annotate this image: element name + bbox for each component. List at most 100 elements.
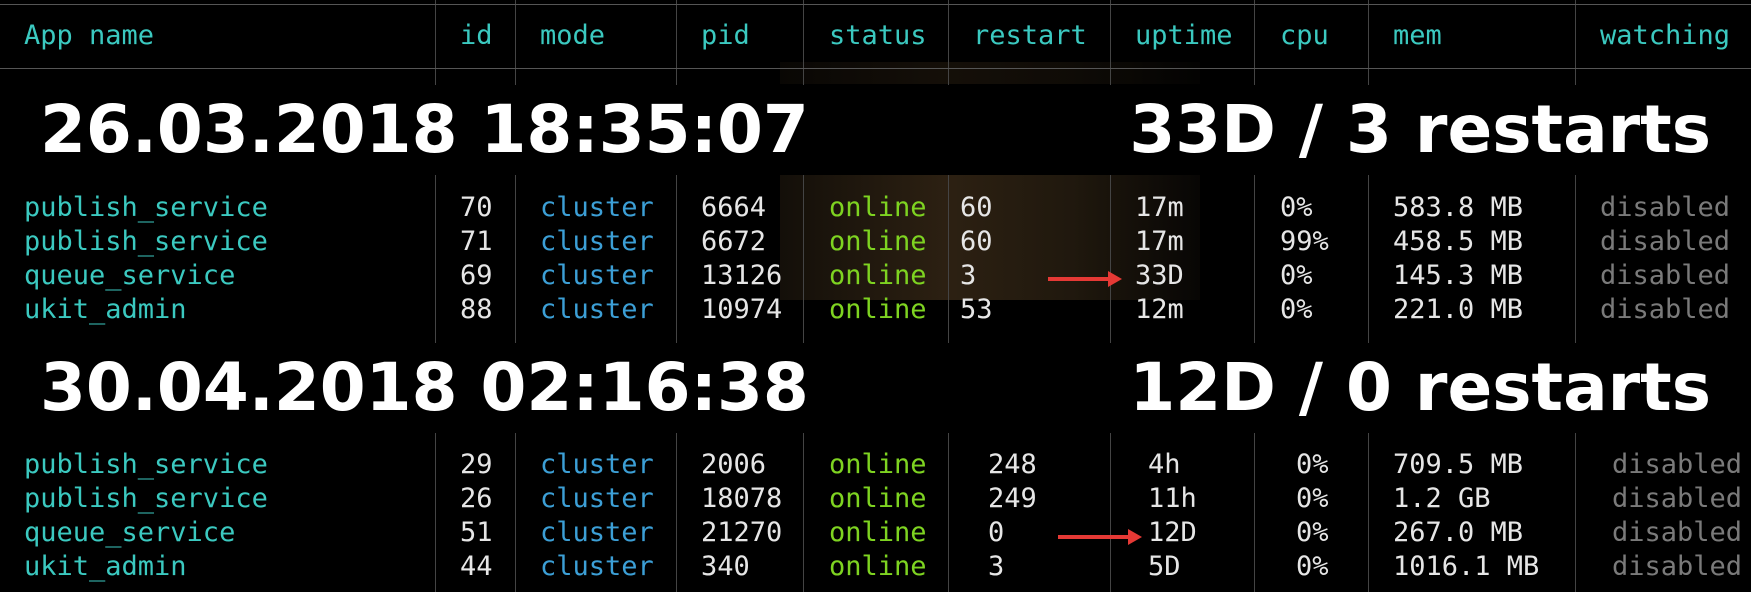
mem-cell: 267.0 MB xyxy=(1393,517,1524,548)
column-header-mem[interactable]: mem xyxy=(1393,20,1442,52)
status-cell: online xyxy=(829,260,927,291)
mem-cell: 458.5 MB xyxy=(1393,226,1524,257)
id-cell: 51 xyxy=(460,517,493,548)
watching-cell: disabled xyxy=(1600,226,1731,257)
app-name-cell: publish_service xyxy=(24,226,268,257)
column-header-app-name[interactable]: App name xyxy=(24,20,154,52)
restart-cell: 0 xyxy=(988,517,1005,548)
restart-cell: 248 xyxy=(988,449,1037,480)
mem-cell: 583.8 MB xyxy=(1393,192,1524,223)
column-header-mode[interactable]: mode xyxy=(540,20,605,52)
restart-cell: 3 xyxy=(988,551,1005,582)
column-header-uptime[interactable]: uptime xyxy=(1135,20,1233,52)
mode-cell: cluster xyxy=(540,449,654,480)
cpu-cell: 0% xyxy=(1280,260,1313,291)
snapshot-summary: 12D / 0 restarts xyxy=(1129,349,1711,426)
app-name-cell: publish_service xyxy=(24,192,268,223)
column-header-watching[interactable]: watching xyxy=(1600,20,1730,52)
app-name-cell: publish_service xyxy=(24,483,268,514)
table-row[interactable]: ukit_admin 44 cluster 340 online 3 5D 0%… xyxy=(0,551,1751,583)
table-row[interactable]: publish_service 70 cluster 6664 online 6… xyxy=(0,192,1751,224)
status-cell: online xyxy=(829,483,927,514)
restart-cell: 53 xyxy=(960,294,993,325)
pid-cell: 10974 xyxy=(701,294,783,325)
snapshot-banner-2: 30.04.2018 02:16:38 12D / 0 restarts xyxy=(0,343,1751,433)
uptime-cell: 17m xyxy=(1135,226,1184,257)
cpu-cell: 0% xyxy=(1280,192,1313,223)
pid-cell: 6672 xyxy=(701,226,767,257)
restart-cell: 60 xyxy=(960,226,993,257)
cpu-cell: 0% xyxy=(1280,294,1313,325)
mode-cell: cluster xyxy=(540,483,654,514)
uptime-cell: 11h xyxy=(1148,483,1197,514)
pid-cell: 6664 xyxy=(701,192,767,223)
table-header: App name id mode pid status restart upti… xyxy=(0,20,1751,52)
mode-cell: cluster xyxy=(540,192,654,223)
watching-cell: disabled xyxy=(1612,551,1743,582)
uptime-cell: 12D xyxy=(1148,517,1197,548)
snapshot-summary: 33D / 3 restarts xyxy=(1129,91,1711,168)
id-cell: 70 xyxy=(460,192,493,223)
table-row[interactable]: ukit_admin 88 cluster 10974 online 53 12… xyxy=(0,294,1751,326)
header-bottom-border xyxy=(0,68,1751,69)
app-name-cell: ukit_admin xyxy=(24,551,187,582)
table-row[interactable]: publish_service 26 cluster 18078 online … xyxy=(0,483,1751,515)
cpu-cell: 99% xyxy=(1280,226,1329,257)
mem-cell: 145.3 MB xyxy=(1393,260,1524,291)
status-cell: online xyxy=(829,517,927,548)
status-cell: online xyxy=(829,226,927,257)
restart-cell: 249 xyxy=(988,483,1037,514)
red-arrow-icon xyxy=(1048,271,1122,287)
pid-cell: 18078 xyxy=(701,483,783,514)
column-header-cpu[interactable]: cpu xyxy=(1280,20,1329,52)
pid-cell: 21270 xyxy=(701,517,783,548)
table-row[interactable]: queue_service 51 cluster 21270 online 0 … xyxy=(0,517,1751,549)
snapshot-datetime: 30.04.2018 02:16:38 xyxy=(40,349,809,426)
pid-cell: 13126 xyxy=(701,260,783,291)
table-row[interactable]: publish_service 71 cluster 6672 online 6… xyxy=(0,226,1751,258)
cpu-cell: 0% xyxy=(1296,483,1329,514)
pid-cell: 2006 xyxy=(701,449,767,480)
id-cell: 44 xyxy=(460,551,493,582)
app-name-cell: ukit_admin xyxy=(24,294,187,325)
restart-cell: 3 xyxy=(960,260,977,291)
red-arrow-icon xyxy=(1058,529,1142,545)
background-photo xyxy=(780,62,1200,84)
uptime-cell: 12m xyxy=(1135,294,1184,325)
table-top-border xyxy=(0,4,1751,5)
id-cell: 26 xyxy=(460,483,493,514)
column-header-pid[interactable]: pid xyxy=(701,20,750,52)
watching-cell: disabled xyxy=(1600,192,1731,223)
app-name-cell: publish_service xyxy=(24,449,268,480)
status-cell: online xyxy=(829,294,927,325)
column-header-id[interactable]: id xyxy=(460,20,493,52)
id-cell: 69 xyxy=(460,260,493,291)
uptime-cell: 17m xyxy=(1135,192,1184,223)
uptime-cell: 5D xyxy=(1148,551,1181,582)
status-cell: online xyxy=(829,192,927,223)
mode-cell: cluster xyxy=(540,260,654,291)
column-header-restart[interactable]: restart xyxy=(973,20,1087,52)
snapshot-banner-1: 26.03.2018 18:35:07 33D / 3 restarts xyxy=(0,85,1751,175)
column-header-status[interactable]: status xyxy=(829,20,927,52)
watching-cell: disabled xyxy=(1612,483,1743,514)
snapshot-datetime: 26.03.2018 18:35:07 xyxy=(40,91,809,168)
cpu-cell: 0% xyxy=(1296,449,1329,480)
status-cell: online xyxy=(829,551,927,582)
cpu-cell: 0% xyxy=(1296,517,1329,548)
mem-cell: 709.5 MB xyxy=(1393,449,1524,480)
mem-cell: 221.0 MB xyxy=(1393,294,1524,325)
mem-cell: 1.2 GB xyxy=(1393,483,1491,514)
status-cell: online xyxy=(829,449,927,480)
uptime-cell: 33D xyxy=(1135,260,1184,291)
mode-cell: cluster xyxy=(540,551,654,582)
watching-cell: disabled xyxy=(1612,517,1743,548)
table-row[interactable]: queue_service 69 cluster 13126 online 3 … xyxy=(0,260,1751,292)
id-cell: 88 xyxy=(460,294,493,325)
app-name-cell: queue_service xyxy=(24,517,236,548)
mem-cell: 1016.1 MB xyxy=(1393,551,1540,582)
table-row[interactable]: publish_service 29 cluster 2006 online 2… xyxy=(0,449,1751,481)
id-cell: 71 xyxy=(460,226,493,257)
watching-cell: disabled xyxy=(1600,294,1731,325)
cpu-cell: 0% xyxy=(1296,551,1329,582)
